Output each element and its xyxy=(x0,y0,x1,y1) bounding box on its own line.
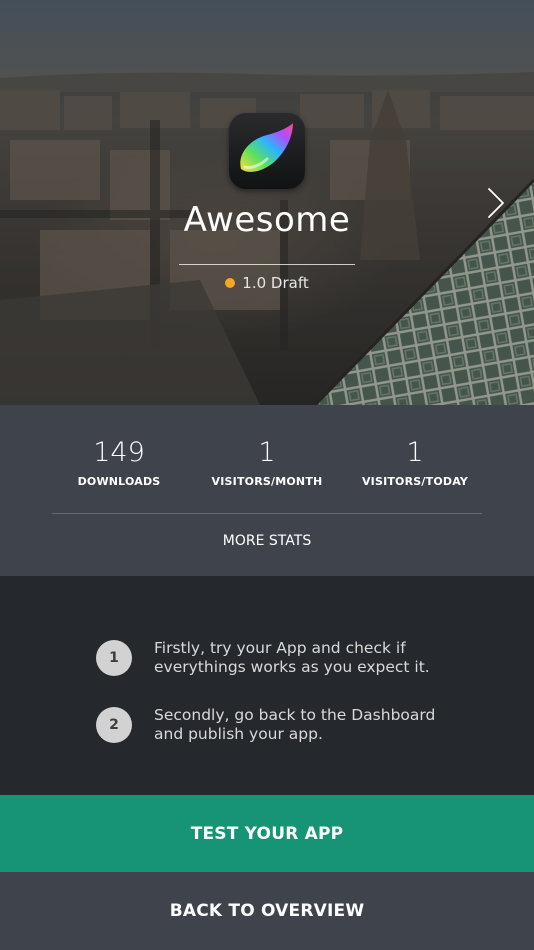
test-your-app-button[interactable]: TEST YOUR APP xyxy=(0,795,534,872)
stat-visitors-today: 1 VISITORS/TODAY xyxy=(335,435,495,488)
visitors-today-count: 1 xyxy=(406,437,424,468)
back-to-overview-button[interactable]: BACK TO OVERVIEW xyxy=(0,872,534,950)
visitors-month-count: 1 xyxy=(258,437,276,468)
visitors-today-label: VISITORS/TODAY xyxy=(361,475,469,488)
step-item-2: 2 Secondly, go back to the Dashboard and… xyxy=(96,706,456,744)
hero-header: Awesome 1.0 Draft xyxy=(0,0,534,405)
step-item-1: 1 Firstly, try your App and check if eve… xyxy=(96,639,456,677)
step-text: Secondly, go back to the Dashboard and p… xyxy=(154,706,436,743)
step-text: Firstly, try your App and check if every… xyxy=(154,639,430,676)
stats-panel: 149 DOWNLOADS 1 VISITORS/MONTH 1 VISITOR… xyxy=(0,405,534,576)
more-stats-link[interactable]: MORE STATS xyxy=(0,533,534,549)
step-number-badge: 1 xyxy=(96,640,132,676)
instructions-panel: 1 Firstly, try your App and check if eve… xyxy=(0,576,534,795)
downloads-label: DOWNLOADS xyxy=(77,475,161,488)
title-divider xyxy=(179,264,355,265)
next-app-button[interactable] xyxy=(484,186,508,220)
draft-status-dot xyxy=(225,278,236,288)
step-number-badge: 2 xyxy=(96,707,132,743)
stat-downloads: 149 DOWNLOADS xyxy=(39,435,199,488)
version-label: 1.0 Draft xyxy=(242,274,309,292)
version-status: 1.0 Draft xyxy=(0,272,534,294)
chevron-right-icon xyxy=(488,188,504,218)
app-name: Awesome xyxy=(183,200,351,240)
stat-visitors-month: 1 VISITORS/MONTH xyxy=(187,435,347,488)
app-icon xyxy=(229,113,305,189)
brush-stroke-icon xyxy=(240,123,293,172)
visitors-month-label: VISITORS/MONTH xyxy=(211,475,323,488)
stats-divider xyxy=(52,513,482,514)
downloads-count: 149 xyxy=(93,437,145,468)
